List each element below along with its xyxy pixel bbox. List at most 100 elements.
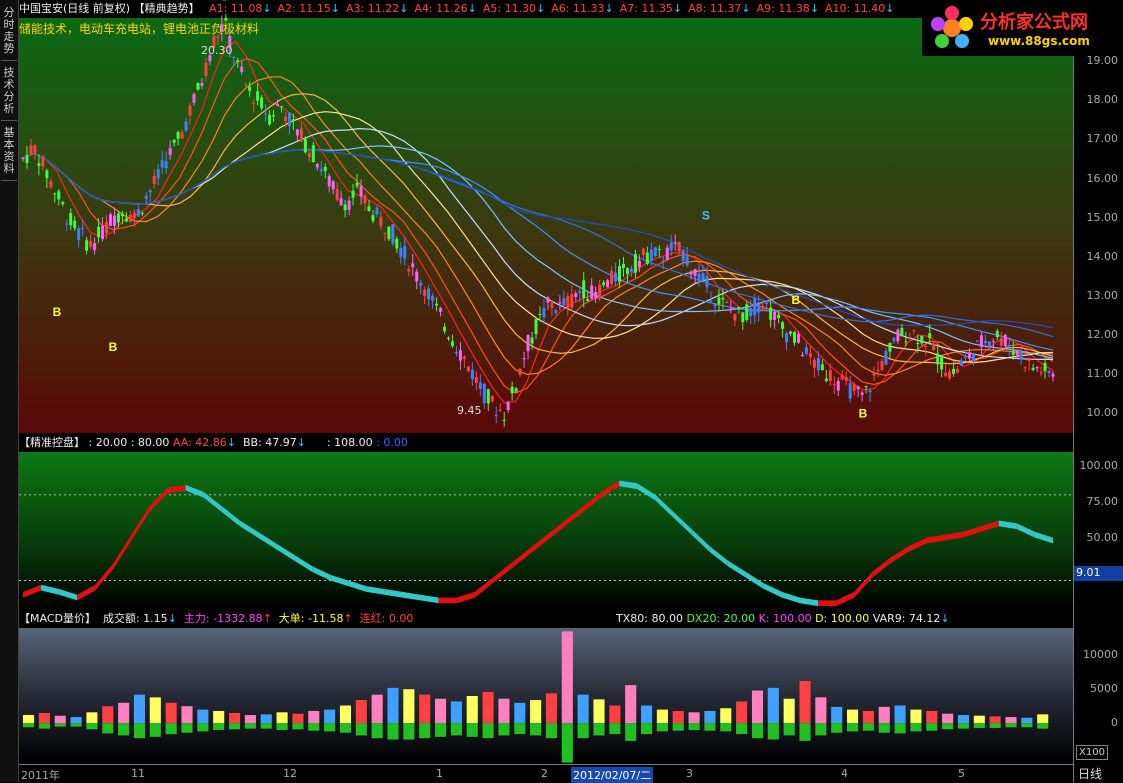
candle-body (952, 368, 956, 374)
volume-bar-down (133, 723, 146, 739)
candle-body (1007, 345, 1011, 347)
candle-body (415, 271, 419, 282)
candle-body (633, 253, 637, 273)
candle-body (932, 343, 936, 351)
candle-body (156, 169, 160, 179)
volume-bar-up (957, 715, 970, 724)
volume-bar-down (704, 723, 716, 731)
candle-body (785, 333, 789, 343)
candle-body (757, 303, 761, 313)
candle-body (486, 389, 490, 404)
price-tick: 15.00 (1086, 210, 1119, 224)
volume-bar-down (260, 723, 272, 729)
candle-body (1047, 370, 1051, 373)
candle-body (820, 364, 824, 371)
candle-body (665, 247, 669, 260)
volume-bar-up (371, 694, 383, 724)
candle-body (431, 295, 435, 301)
candle-body (741, 312, 745, 323)
control-indicator[interactable] (19, 452, 1073, 609)
volume-bar-up (292, 713, 304, 724)
candle-body (948, 371, 952, 379)
volume-macd-chart[interactable] (19, 628, 1073, 764)
candle-body (204, 62, 208, 76)
candle-body (339, 198, 343, 206)
volume-bar-up (276, 712, 288, 724)
candle-body (65, 223, 69, 225)
candle-body (140, 212, 144, 214)
candle-body (248, 86, 252, 91)
candle-body (176, 132, 180, 139)
volume-bar-up (561, 631, 573, 724)
signal-buy-2: B (109, 340, 118, 354)
candle-body (983, 341, 987, 344)
candle-body (124, 218, 128, 222)
tab-technical[interactable]: 技术分析 (1, 64, 17, 121)
volume-bar-up (530, 700, 542, 724)
volume-bar-up (593, 699, 605, 724)
ind-band-seg (438, 597, 457, 604)
volume-bar-up (23, 715, 35, 724)
candle-body (307, 153, 311, 158)
candle-body (534, 319, 538, 335)
x-tick: 2 (541, 767, 548, 780)
candle-body (474, 376, 478, 383)
candle-body (435, 303, 439, 306)
candle-body (291, 119, 295, 122)
volume-bar-up (688, 712, 700, 724)
candle-body (924, 346, 928, 348)
volume-bar-up (324, 709, 336, 724)
volume-bar-up (672, 710, 684, 724)
candle-body (236, 60, 240, 62)
tab-intraday[interactable]: 分时走势 (1, 4, 17, 61)
candle-body (57, 191, 61, 200)
volume-bar-down (38, 723, 50, 729)
candle-body (458, 350, 462, 361)
candle-body (800, 354, 804, 357)
candle-body (152, 176, 156, 184)
candle-body (419, 282, 423, 286)
volume-bar-down (514, 723, 526, 735)
volume-bar-down (720, 723, 732, 732)
volume-bar-down (767, 723, 779, 740)
volume-bar-up (577, 694, 589, 724)
candle-body (737, 307, 741, 310)
candle-body (864, 386, 868, 388)
candle-body (629, 268, 633, 272)
macd-tick: 5000 (1090, 682, 1118, 696)
volume-bar-down (118, 723, 130, 736)
candle-body (645, 252, 649, 264)
candle-body (562, 298, 566, 306)
candle-body (967, 352, 971, 359)
candle-body (896, 329, 900, 342)
candle-body (868, 390, 872, 393)
candle-body (77, 228, 81, 241)
site-logo: 分析家公式网 www.88gs.com (922, 0, 1123, 56)
candle-body (347, 200, 351, 210)
candle-body (729, 308, 733, 310)
volume-bar-down (324, 723, 336, 732)
volume-bar-down (229, 723, 241, 730)
signal-buy-7: B (859, 407, 868, 421)
candle-body (180, 132, 184, 139)
volume-bar-down (244, 723, 256, 729)
candle-body (395, 238, 399, 249)
tab-fundamentals[interactable]: 基本资料 (1, 124, 17, 181)
volume-bar-down (419, 723, 431, 739)
candle-body (470, 370, 474, 380)
volume-bar-down (625, 723, 637, 741)
candle-body (622, 263, 626, 268)
candle-body (618, 266, 622, 282)
volume-bar-down (688, 723, 700, 730)
macd-lh: 连红: 0.00 (359, 612, 414, 625)
macd-zl: 主力: -1332.88 (183, 612, 263, 625)
volume-bar-down (894, 723, 906, 734)
candle-body (566, 295, 570, 309)
price-chart[interactable]: BBSSBBB 储能技术，电动车充电站，锂电池正负极材料 20.30 9.45 (19, 0, 1073, 433)
candle-body (351, 190, 355, 198)
candle-body (1039, 372, 1043, 374)
candle-body (928, 333, 932, 339)
macd-var9-arrow: ↓ (940, 612, 950, 625)
period-label[interactable]: 日线 (1078, 765, 1102, 782)
candle-body (594, 291, 598, 299)
